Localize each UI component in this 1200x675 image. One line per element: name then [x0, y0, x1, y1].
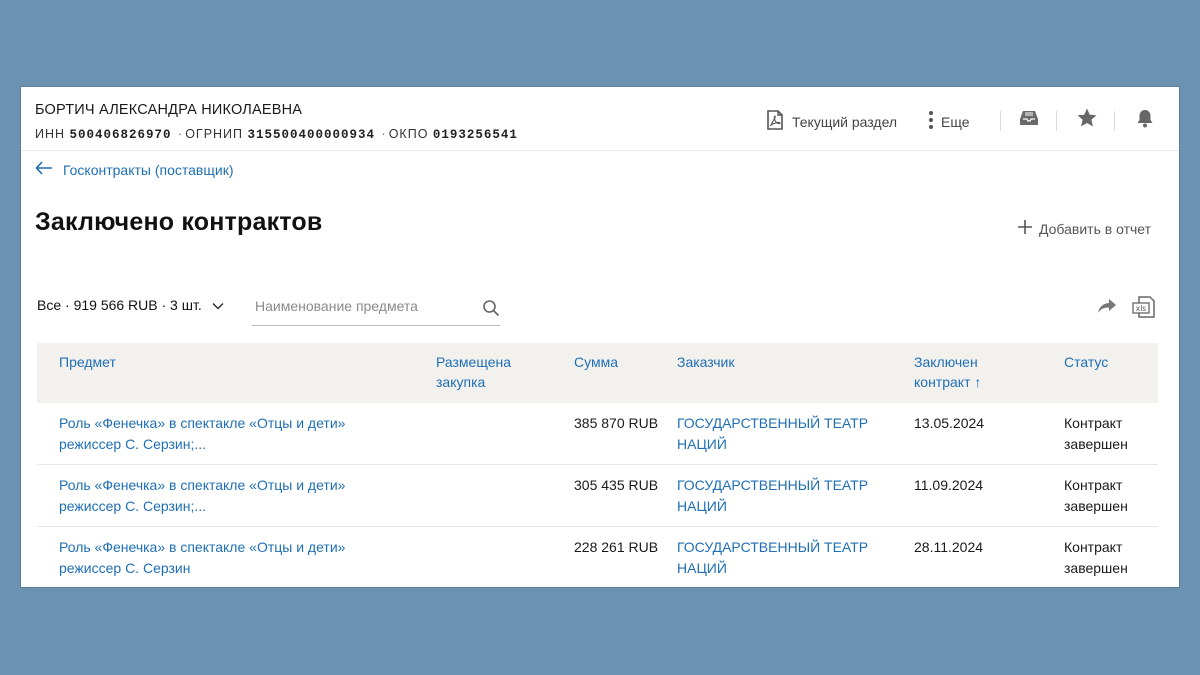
contract-subject-link[interactable]: Роль «Фенечка» в спектакле «Отцы и дети»… [59, 537, 389, 579]
current-section-pdf-button[interactable]: Текущий раздел [764, 109, 897, 134]
more-button[interactable]: Еще [927, 109, 970, 134]
sum-cell: 305 435 RUB [574, 477, 659, 493]
divider [1000, 111, 1001, 131]
customer-link[interactable]: ГОСУДАРСТВЕННЫЙ ТЕАТР НАЦИЙ [677, 413, 887, 455]
more-label: Еще [941, 113, 970, 130]
plus-icon [1017, 219, 1033, 238]
concluded-date-cell: 13.05.2024 [914, 415, 985, 431]
table-row: Роль «Фенечка» в спектакле «Отцы и дети»… [37, 403, 1158, 465]
okpo-value: 0193256541 [432, 128, 518, 142]
status-cell: Контракт завершен [1064, 539, 1128, 576]
customer-link[interactable]: ГОСУДАРСТВЕННЫЙ ТЕАТР НАЦИЙ [677, 537, 887, 579]
company-header: БОРТИЧ АЛЕКСАНДРА НИКОЛАЕВНА ИНН 5004068… [21, 87, 1179, 151]
column-header-subject[interactable]: Предмет [59, 352, 389, 372]
company-name: БОРТИЧ АЛЕКСАНДРА НИКОЛАЕВНА [35, 102, 303, 118]
filter-selected: Все · 919 566 RUB · 3 шт. [37, 297, 202, 313]
column-header-status[interactable]: Статус [1064, 352, 1154, 372]
concluded-date-cell: 28.11.2024 [914, 539, 984, 555]
filter-dropdown[interactable]: Все · 919 566 RUB · 3 шт. [37, 297, 224, 313]
export-xls-button[interactable]: xls [1132, 295, 1156, 324]
breadcrumb[interactable]: Госконтракты (поставщик) [35, 161, 234, 178]
contract-subject-link[interactable]: Роль «Фенечка» в спектакле «Отцы и дети»… [59, 475, 389, 517]
page-title: Заключено контрактов [35, 208, 323, 236]
kebab-icon [927, 109, 935, 134]
arrow-left-icon [35, 161, 53, 178]
column-header-purchase[interactable]: Размещена закупка [436, 352, 536, 392]
search-input[interactable] [252, 291, 462, 321]
contract-subject-link[interactable]: Роль «Фенечка» в спектакле «Отцы и дети»… [59, 413, 389, 455]
xls-icon: xls [1132, 296, 1156, 323]
company-card: БОРТИЧ АЛЕКСАНДРА НИКОЛАЕВНА ИНН 5004068… [20, 86, 1180, 588]
inbox-icon [1019, 109, 1039, 132]
search-box [252, 291, 500, 326]
separator: · [381, 127, 387, 141]
divider [1114, 111, 1115, 131]
company-requisites: ИНН 500406826970 · ОГРНИП 315500400000934… [35, 127, 518, 142]
breadcrumb-label: Госконтракты (поставщик) [63, 161, 234, 178]
inbox-button[interactable] [1018, 109, 1040, 131]
separator: · [178, 127, 184, 141]
customer-link[interactable]: ГОСУДАРСТВЕННЫЙ ТЕАТР НАЦИЙ [677, 475, 887, 517]
search-icon[interactable] [482, 299, 500, 322]
table-header: Предмет Размещена закупка Сумма Заказчик… [37, 343, 1158, 403]
table-row: Роль «Фенечка» в спектакле «Отцы и дети»… [37, 527, 1158, 587]
concluded-date-cell: 11.09.2024 [914, 477, 984, 493]
column-header-concluded[interactable]: Заключен контракт ↑ [914, 352, 1009, 392]
share-icon [1097, 299, 1117, 319]
share-button[interactable] [1097, 297, 1117, 320]
add-to-report-button[interactable]: Добавить в отчет [1017, 219, 1151, 238]
chevron-down-icon [212, 297, 224, 313]
svg-text:xls: xls [1136, 304, 1147, 313]
column-header-customer[interactable]: Заказчик [677, 352, 887, 372]
status-cell: Контракт завершен [1064, 477, 1128, 514]
sum-cell: 385 870 RUB [574, 415, 659, 431]
notifications-button[interactable] [1134, 109, 1156, 131]
table-row: Роль «Фенечка» в спектакле «Отцы и дети»… [37, 465, 1158, 527]
add-to-report-label: Добавить в отчет [1039, 220, 1152, 237]
column-header-sum[interactable]: Сумма [574, 352, 674, 372]
ogrnip-value: 315500400000934 [247, 128, 376, 142]
current-section-label: Текущий раздел [792, 113, 898, 130]
favorite-button[interactable] [1076, 107, 1098, 134]
status-cell: Контракт завершен [1064, 415, 1128, 452]
pdf-icon [764, 109, 786, 134]
ogrnip-label: ОГРНИП [185, 127, 244, 141]
okpo-label: ОКПО [388, 127, 429, 141]
inn-label: ИНН [35, 127, 66, 141]
inn-value: 500406826970 [69, 128, 172, 142]
bell-icon [1135, 108, 1155, 133]
star-icon [1076, 107, 1098, 134]
contracts-table: Предмет Размещена закупка Сумма Заказчик… [37, 343, 1158, 587]
divider [1056, 111, 1057, 131]
sum-cell: 228 261 RUB [574, 539, 659, 555]
